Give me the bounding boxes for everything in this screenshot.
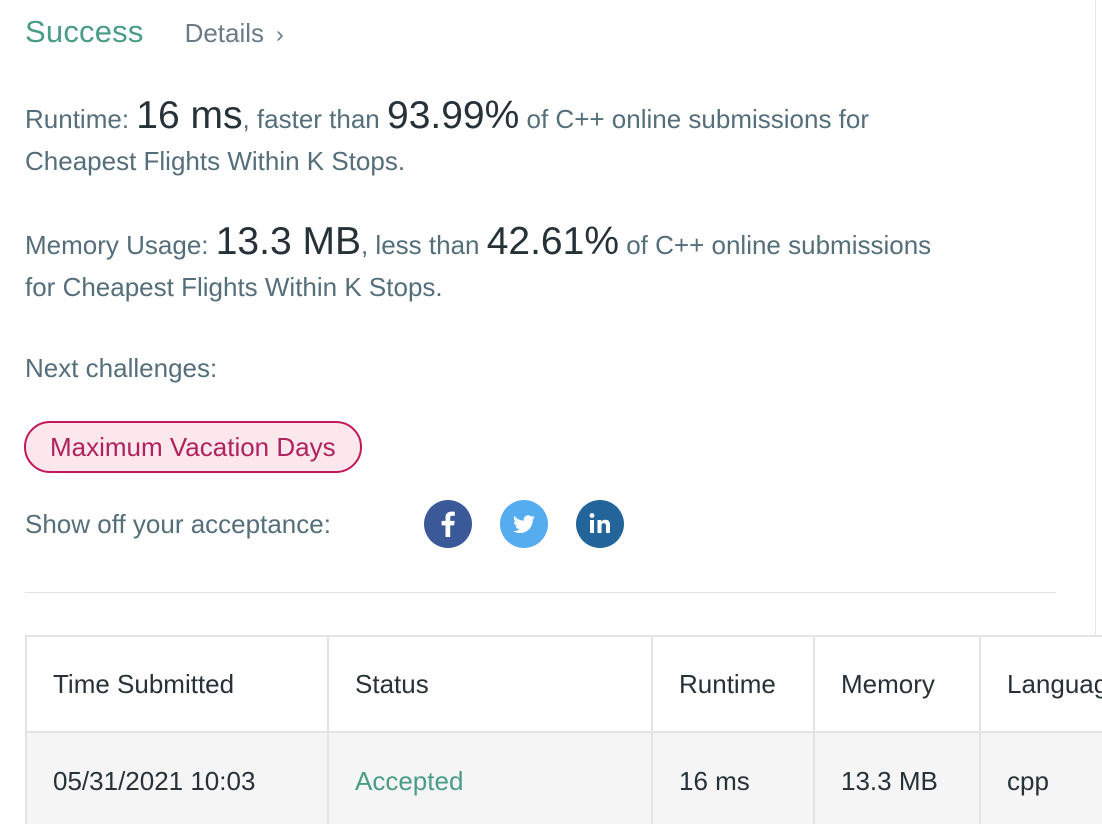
runtime-percentile: 93.99% — [387, 94, 520, 137]
memory-comparison: , less than — [360, 230, 487, 260]
next-challenges-label: Next challenges: — [25, 353, 218, 383]
result-header: Success Details › — [25, 14, 284, 50]
linkedin-icon[interactable] — [576, 500, 624, 548]
runtime-stat: Runtime: 16 ms, faster than 93.99% of C+… — [25, 95, 1035, 182]
success-status: Success — [25, 14, 144, 49]
challenge-tag-maximum-vacation-days[interactable]: Maximum Vacation Days — [24, 421, 362, 473]
cell-language: cpp — [979, 731, 1102, 824]
cell-time-submitted: 05/31/2021 10:03 — [25, 731, 329, 824]
runtime-value: 16 ms — [136, 94, 243, 137]
column-header-status[interactable]: Status — [327, 635, 653, 733]
memory-problem-line: for Cheapest Flights Within K Stops. — [25, 272, 443, 302]
column-header-runtime[interactable]: Runtime — [651, 635, 815, 733]
memory-label: Memory Usage: — [25, 230, 216, 260]
runtime-label: Runtime: — [25, 104, 137, 134]
share-row: Show off your acceptance: — [25, 500, 331, 548]
share-label: Show off your acceptance: — [25, 508, 331, 539]
memory-value: 13.3 MB — [215, 220, 361, 263]
table-row: 05/31/2021 10:03 Accepted 16 ms 13.3 MB … — [25, 731, 1102, 824]
panel-border — [1095, 0, 1096, 635]
details-label: Details — [184, 18, 265, 48]
submissions-table: Time Submitted Status Runtime Memory Lan… — [25, 635, 1102, 824]
memory-percentile: 42.61% — [486, 220, 619, 263]
memory-stat: Memory Usage: 13.3 MB, less than 42.61% … — [25, 221, 1035, 308]
column-header-language[interactable]: Language — [979, 635, 1102, 733]
section-divider — [25, 592, 1056, 593]
memory-suffix: of C++ online submissions — [619, 230, 932, 260]
cell-memory: 13.3 MB — [813, 731, 981, 824]
cell-status-accepted-link[interactable]: Accepted — [327, 731, 653, 824]
details-link[interactable]: Details › — [185, 18, 284, 49]
table-header-row: Time Submitted Status Runtime Memory Lan… — [25, 635, 1102, 733]
twitter-icon[interactable] — [500, 500, 548, 548]
submission-result-page: Success Details › Runtime: 16 ms, faster… — [0, 0, 1102, 824]
runtime-problem-line: Cheapest Flights Within K Stops. — [25, 146, 406, 176]
runtime-comparison: , faster than — [242, 104, 387, 134]
facebook-icon[interactable] — [424, 500, 472, 548]
cell-runtime: 16 ms — [651, 731, 815, 824]
column-header-time-submitted[interactable]: Time Submitted — [25, 635, 329, 733]
column-header-memory[interactable]: Memory — [813, 635, 981, 733]
runtime-suffix: of C++ online submissions for — [519, 104, 870, 134]
chevron-right-icon: › — [276, 21, 284, 47]
